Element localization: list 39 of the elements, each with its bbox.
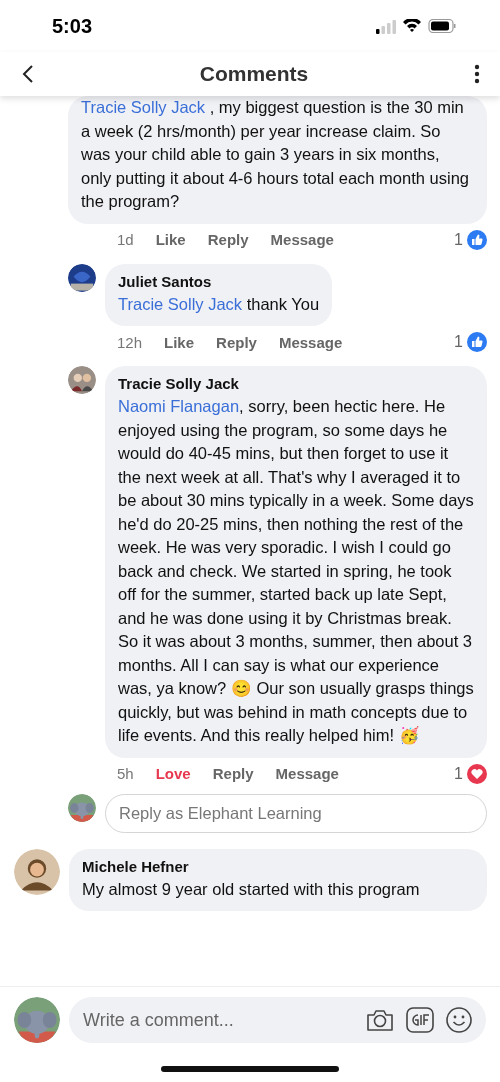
- emoji-icon[interactable]: [446, 1007, 472, 1033]
- comment-text: Tracie Solly Jack thank You: [118, 293, 320, 315]
- reaction-count: 1: [454, 764, 463, 783]
- wifi-icon: [402, 19, 422, 33]
- message-link[interactable]: Message: [275, 765, 339, 782]
- back-icon[interactable]: [22, 64, 34, 84]
- comment-placeholder: Write a comment...: [83, 1009, 235, 1031]
- react-link[interactable]: Like: [164, 333, 195, 351]
- message-link[interactable]: Message: [278, 333, 343, 351]
- message-link[interactable]: Message: [270, 231, 334, 248]
- like-icon: [467, 332, 487, 352]
- reaction-count: 1: [454, 230, 463, 249]
- mention-link[interactable]: Tracie Solly Jack: [118, 294, 243, 313]
- reply-link[interactable]: Reply: [207, 231, 249, 248]
- react-link[interactable]: Like: [155, 231, 186, 248]
- mention-link[interactable]: Naomi Flanagan: [118, 397, 240, 415]
- camera-icon[interactable]: [366, 1008, 394, 1032]
- page-title: Comments: [199, 62, 309, 86]
- author-name[interactable]: Michele Hefner: [82, 857, 474, 875]
- comment-text: Naomi Flanagan, sorry, been hectic here. He enjoyed using the program, so some days he would do 40-45 mins, but then forget to use it the next week at all. That's why I averaged it to be about 30 mins typically in a week. Some days he'd do 20-25 mins, then nothing the rest of the week. He was very sporadic. I wish I could go back and check. We started in spring, he took off for the summer, started back up late Sept, and he was done using it by Christmas break. So it was about 3 months, summer, then about 3 months. All I can say is what our experience was, ya know? 😊 Our son usually grasps things quickly, but was behind in math concepts due to life events. And this really helped him! 🥳: [118, 396, 474, 747]
- comment-text: Tracie Solly Jack , my biggest question is the 30 min a week (2 hrs/month) per year increase claim. So was your child able to gain 3 years in six months, only putting it about 4-6 hours total each month using the program?: [81, 97, 470, 212]
- comment-field[interactable]: Write a comment...: [69, 997, 486, 1043]
- mention-link[interactable]: Tracie Solly Jack: [81, 98, 206, 116]
- reaction-count: 1: [454, 333, 463, 351]
- author-name[interactable]: Juliet Santos: [118, 272, 320, 290]
- like-icon: [467, 229, 487, 250]
- reply-link[interactable]: Reply: [216, 333, 257, 351]
- comment-text: My almost 9 year old started with this program: [82, 878, 421, 900]
- comment-time: 12h: [117, 333, 143, 351]
- comment-time: 1d: [117, 231, 134, 248]
- battery-icon: [428, 19, 456, 33]
- reply-link[interactable]: Reply: [212, 765, 254, 782]
- author-name[interactable]: Tracie Solly Jack: [118, 375, 474, 392]
- gif-icon[interactable]: [406, 1007, 434, 1033]
- more-icon[interactable]: [474, 64, 480, 84]
- react-link[interactable]: Love: [155, 765, 191, 782]
- signal-icon: [376, 18, 396, 34]
- comment-time: 5h: [117, 765, 134, 782]
- status-time: 5:03: [52, 14, 93, 38]
